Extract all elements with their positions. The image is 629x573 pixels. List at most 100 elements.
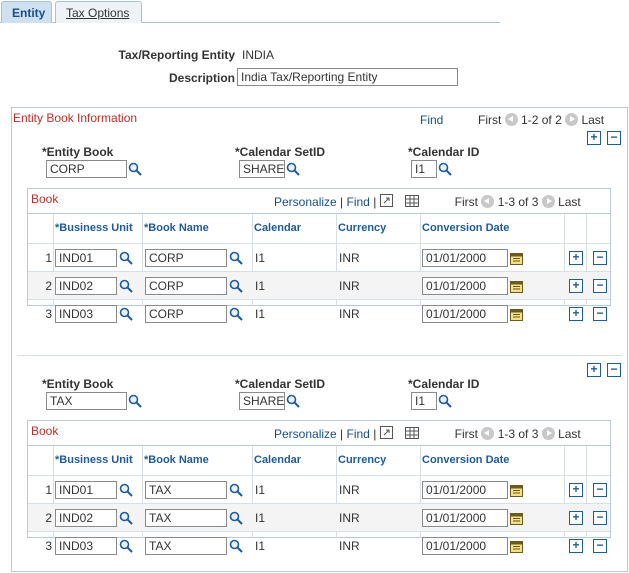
calendar-setid-lookup-icon[interactable] — [286, 394, 300, 408]
book-name-lookup-icon[interactable] — [229, 539, 243, 553]
conversion-date-input[interactable]: 01/01/2000 — [422, 277, 508, 295]
business-unit-lookup-icon[interactable] — [119, 279, 133, 293]
grid-find-link[interactable]: Find — [347, 195, 370, 209]
book-name-lookup-icon[interactable] — [229, 279, 243, 293]
conversion-date-input[interactable]: 01/01/2000 — [422, 249, 508, 267]
book-grid-title: Book — [31, 424, 59, 438]
zoom-icon[interactable] — [379, 426, 393, 439]
book-name-input[interactable]: TAX — [145, 509, 227, 527]
business-unit-input[interactable]: IND03 — [55, 537, 117, 555]
calendar-cell: I1 — [255, 483, 266, 497]
delete-row-button[interactable]: − — [593, 251, 607, 265]
grid-download-icon[interactable] — [404, 195, 419, 207]
calendar-icon[interactable] — [510, 252, 523, 265]
calendar-setid-input[interactable]: SHARE — [239, 160, 285, 178]
delete-row-button[interactable]: − — [593, 307, 607, 321]
zoom-icon[interactable] — [379, 194, 393, 207]
personalize-link[interactable]: Personalize — [274, 427, 337, 441]
business-unit-input[interactable]: IND03 — [55, 305, 117, 323]
book-grid: Book Personalize | Find | First 1-3 of 3 … — [27, 188, 611, 323]
conversion-date-input[interactable]: 01/01/2000 — [422, 537, 508, 555]
entity-book-lookup-icon[interactable] — [128, 162, 142, 176]
calendar-icon[interactable] — [510, 280, 523, 293]
book-name-lookup-icon[interactable] — [229, 483, 243, 497]
grid-next-arrow-icon[interactable] — [541, 195, 555, 208]
book-name-input[interactable]: TAX — [145, 537, 227, 555]
table-row: 2 IND02 TAX I1 INR 01/01/2000 + − — [28, 503, 610, 531]
toolbar-separator: | — [373, 427, 377, 441]
add-row-button[interactable]: + — [569, 279, 583, 293]
book-name-lookup-icon[interactable] — [229, 251, 243, 265]
calendar-id-lookup-icon[interactable] — [438, 394, 452, 408]
add-entity-book-button[interactable]: + — [587, 363, 601, 377]
conversion-date-input[interactable]: 01/01/2000 — [422, 305, 508, 323]
book-name-input[interactable]: CORP — [145, 249, 227, 267]
delete-entity-book-button[interactable]: − — [607, 363, 621, 377]
group-range: 1-2 of 2 — [521, 113, 562, 127]
entity-book-input[interactable]: TAX — [46, 392, 127, 410]
calendar-cell: I1 — [255, 251, 266, 265]
calendar-cell: I1 — [255, 511, 266, 525]
business-unit-input[interactable]: IND02 — [55, 509, 117, 527]
business-unit-lookup-icon[interactable] — [119, 307, 133, 321]
book-name-input[interactable]: CORP — [145, 305, 227, 323]
book-name-input[interactable]: CORP — [145, 277, 227, 295]
book-name-lookup-icon[interactable] — [229, 511, 243, 525]
group-find-link[interactable]: Find — [420, 113, 443, 127]
calendar-id-input[interactable]: I1 — [411, 392, 437, 410]
entity-book-lookup-icon[interactable] — [128, 394, 142, 408]
calendar-icon[interactable] — [510, 512, 523, 525]
calendar-setid-input[interactable]: SHARE — [239, 392, 285, 410]
book-name-header: *Book Name — [144, 222, 209, 234]
grid-find-link[interactable]: Find — [347, 427, 370, 441]
delete-row-button[interactable]: − — [593, 511, 607, 525]
toolbar-separator: | — [340, 195, 344, 209]
tab-tax-options[interactable]: Tax Options — [55, 1, 142, 23]
calendar-icon[interactable] — [510, 540, 523, 553]
calendar-cell: I1 — [255, 279, 266, 293]
business-unit-lookup-icon[interactable] — [119, 483, 133, 497]
description-input[interactable]: India Tax/Reporting Entity — [237, 68, 458, 86]
business-unit-input[interactable]: IND02 — [55, 277, 117, 295]
calendar-icon[interactable] — [510, 484, 523, 497]
business-unit-lookup-icon[interactable] — [119, 511, 133, 525]
add-row-button[interactable]: + — [569, 539, 583, 553]
group-next-arrow-icon[interactable] — [565, 113, 579, 126]
business-unit-lookup-icon[interactable] — [119, 539, 133, 553]
book-name-input[interactable]: TAX — [145, 481, 227, 499]
add-row-button[interactable]: + — [569, 251, 583, 265]
grid-prev-arrow-icon[interactable] — [481, 427, 495, 440]
add-row-button[interactable]: + — [569, 307, 583, 321]
grid-last-label: Last — [558, 195, 581, 209]
conversion-date-input[interactable]: 01/01/2000 — [422, 481, 508, 499]
calendar-id-label: *Calendar ID — [408, 377, 480, 391]
delete-entity-book-button[interactable]: − — [607, 131, 621, 145]
grid-download-icon[interactable] — [404, 427, 419, 439]
calendar-setid-lookup-icon[interactable] — [286, 162, 300, 176]
delete-row-button[interactable]: − — [593, 483, 607, 497]
book-grid-toolbar: Personalize | Find | First 1-3 of 3 Last — [274, 426, 581, 441]
personalize-link[interactable]: Personalize — [274, 195, 337, 209]
delete-row-button[interactable]: − — [593, 539, 607, 553]
group-title: Entity Book Information — [13, 111, 138, 125]
group-prev-arrow-icon[interactable] — [504, 113, 518, 126]
business-unit-input[interactable]: IND01 — [55, 481, 117, 499]
calendar-id-input[interactable]: I1 — [411, 160, 437, 178]
business-unit-input[interactable]: IND01 — [55, 249, 117, 267]
calendar-icon[interactable] — [510, 308, 523, 321]
grid-range: 1-3 of 3 — [497, 195, 539, 209]
entity-book-input[interactable]: CORP — [46, 160, 127, 178]
business-unit-lookup-icon[interactable] — [119, 251, 133, 265]
description-label: Description — [168, 71, 235, 85]
tab-entity[interactable]: Entity — [1, 1, 52, 23]
calendar-id-lookup-icon[interactable] — [438, 162, 452, 176]
add-row-button[interactable]: + — [569, 483, 583, 497]
delete-row-button[interactable]: − — [593, 279, 607, 293]
add-row-button[interactable]: + — [569, 511, 583, 525]
grid-next-arrow-icon[interactable] — [541, 427, 555, 440]
currency-cell: INR — [339, 251, 360, 265]
grid-prev-arrow-icon[interactable] — [481, 195, 495, 208]
add-entity-book-button[interactable]: + — [587, 131, 601, 145]
conversion-date-input[interactable]: 01/01/2000 — [422, 509, 508, 527]
book-name-lookup-icon[interactable] — [229, 307, 243, 321]
